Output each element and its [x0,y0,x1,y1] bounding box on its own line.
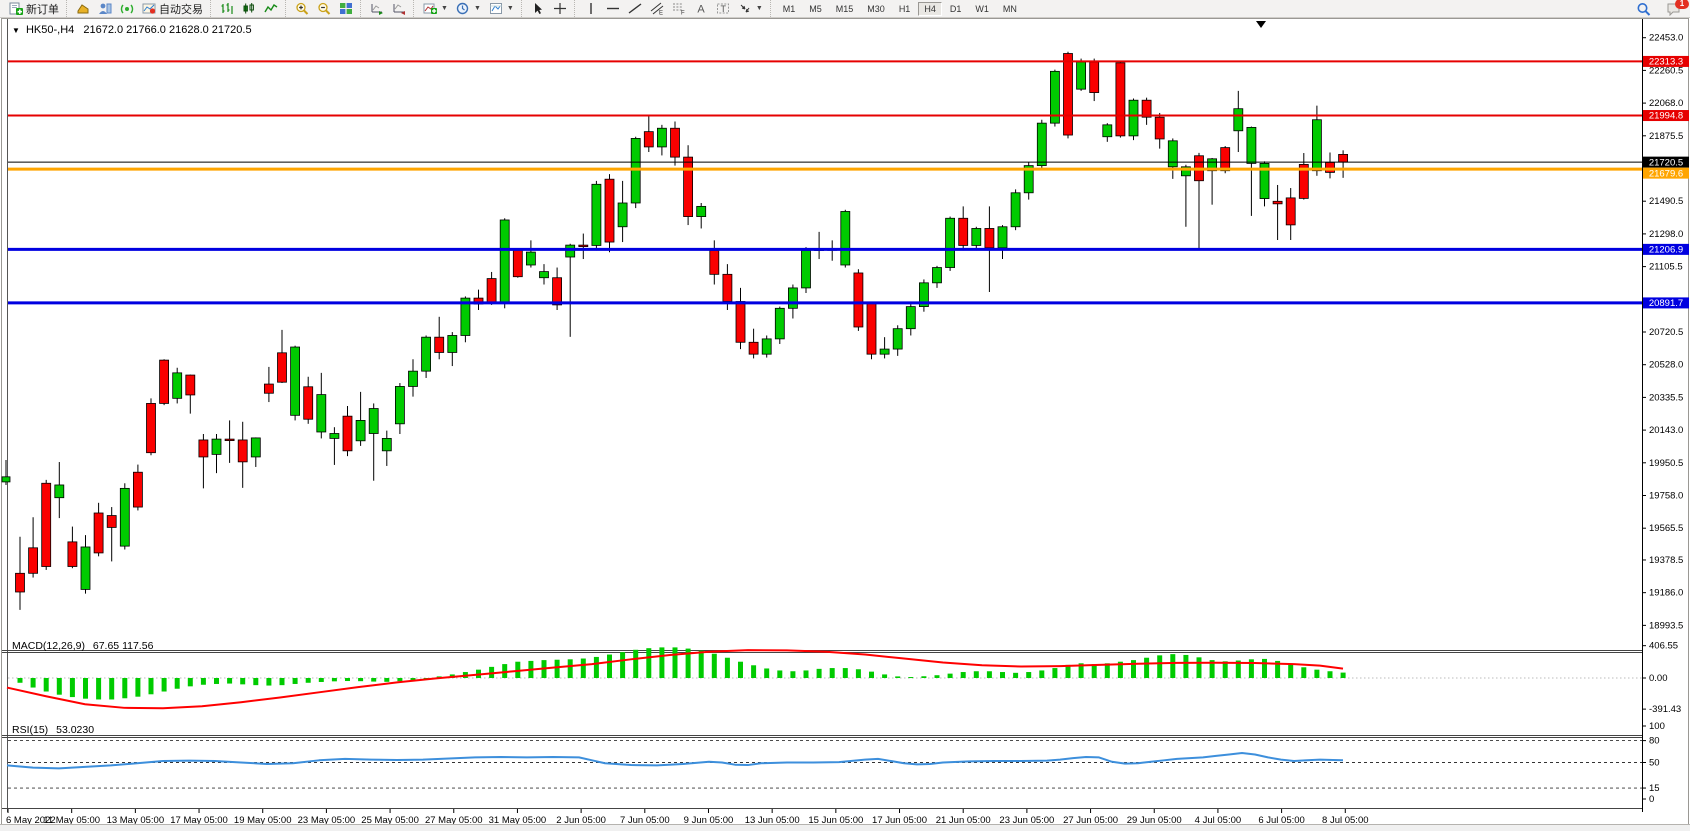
horizontal-line-icon[interactable] [602,1,624,16]
timeframe-m30[interactable]: M30 [861,2,891,16]
svg-text:22068.0: 22068.0 [1649,98,1683,109]
cursor-group [521,0,574,17]
svg-text:100: 100 [1649,721,1665,732]
svg-text:406.55: 406.55 [1649,641,1678,652]
svg-text:F: F [681,11,685,16]
svg-text:19758.0: 19758.0 [1649,490,1683,501]
svg-text:19565.5: 19565.5 [1649,523,1683,534]
svg-text:15: 15 [1649,783,1660,794]
autotrading-icon [142,2,156,15]
equidistant-channel-icon[interactable]: E [646,1,668,16]
svg-text:50: 50 [1649,758,1660,769]
price-badge-label: 22313.3 [1649,57,1683,68]
timeframe-m1[interactable]: M1 [777,2,802,16]
chart-window[interactable]: 22453.022260.522068.021875.521490.521298… [0,18,1690,824]
svg-text:0: 0 [1649,794,1654,805]
periods-button[interactable]: ▼ [452,0,485,17]
svg-text:20143.0: 20143.0 [1649,425,1683,436]
price-badge-label: 21994.8 [1649,111,1683,122]
svg-text:-391.43: -391.43 [1649,704,1681,715]
svg-text:20720.5: 20720.5 [1649,327,1683,338]
trendline-icon[interactable] [624,1,646,16]
text-icon[interactable]: A [690,1,712,16]
svg-text:20335.5: 20335.5 [1649,392,1683,403]
search-icon[interactable] [1632,1,1654,16]
timeframe-d1[interactable]: D1 [944,2,968,16]
scroll-group [360,0,413,17]
new-order-icon [9,2,23,15]
svg-text:19378.5: 19378.5 [1649,555,1683,566]
zoom-in-icon[interactable] [291,1,313,16]
line-chart-icon[interactable] [260,1,282,16]
svg-text:80: 80 [1649,736,1660,747]
candlestick-chart-icon[interactable] [238,1,260,16]
svg-text:E: E [659,11,663,16]
crosshair-icon[interactable] [549,1,571,16]
autotrading-label: 自动交易 [159,1,203,17]
chart-shift-icon[interactable] [388,1,410,16]
svg-text:22453.0: 22453.0 [1649,33,1683,44]
timeframe-mn[interactable]: MN [997,2,1023,16]
templates-button[interactable]: ▼ [485,0,518,17]
dropdown-arrow-icon: ▼ [756,5,763,12]
vertical-line-icon[interactable] [580,1,602,16]
svg-text:0.00: 0.00 [1649,673,1668,684]
indicators-button[interactable]: ▼ [419,0,452,17]
auto-scroll-icon[interactable] [366,1,388,16]
timeframe-h4[interactable]: H4 [918,2,942,16]
label-icon[interactable]: T [712,1,734,16]
right-tools: 1 [1632,0,1684,17]
indicators-icon [423,2,437,15]
charttype-group [210,0,285,17]
zoom-out-icon[interactable] [313,1,335,16]
objects-group: ▼ ▼ ▼ [413,0,521,17]
clock-icon [456,2,470,15]
main-toolbar: 新订单 自动交易 [0,0,1690,18]
chat-icon[interactable]: 1 [1662,1,1684,16]
price-badge-label: 20891.7 [1649,298,1683,309]
cursor-icon[interactable] [527,1,549,16]
fibonacci-icon[interactable]: F [668,1,690,16]
svg-text:19186.0: 19186.0 [1649,588,1683,599]
svg-text:21875.5: 21875.5 [1649,131,1683,142]
new-order-button[interactable]: 新订单 [5,0,63,17]
tile-windows-icon[interactable] [335,1,357,16]
template-icon [489,2,503,15]
svg-text:A: A [697,4,705,16]
chat-badge: 1 [1675,0,1689,9]
svg-text:19950.5: 19950.5 [1649,458,1683,469]
new-order-label: 新订单 [26,1,59,17]
timeframe-w1[interactable]: W1 [969,2,995,16]
timeframe-m15[interactable]: M15 [830,2,860,16]
dropdown-arrow-icon: ▼ [474,5,481,12]
arrows-button[interactable]: ▼ [734,0,767,17]
order-group: 新订单 [0,0,66,17]
timeframe-h1[interactable]: H1 [893,2,917,16]
svg-text:21490.5: 21490.5 [1649,196,1683,207]
svg-text:21105.5: 21105.5 [1649,262,1683,273]
price-badge-label: 21679.6 [1649,168,1683,179]
timeframe-m5[interactable]: M5 [803,2,828,16]
svg-text:21298.0: 21298.0 [1649,229,1683,240]
dropdown-arrow-icon: ▼ [441,5,448,12]
price-badge-label: 21206.9 [1649,245,1683,256]
autotrading-button[interactable]: 自动交易 [138,0,207,17]
arrows-icon [738,2,752,15]
timeframe-group: M1M5M15M30H1H4D1W1MN [770,0,1027,17]
price-badge-label: 21720.5 [1649,157,1683,168]
svg-text:T: T [720,4,726,14]
svg-text:18993.5: 18993.5 [1649,620,1683,631]
zoom-group [285,0,360,17]
signals-icon[interactable] [116,1,138,16]
profile-icon[interactable] [94,1,116,16]
service-group: 自动交易 [66,0,210,17]
svg-text:20528.0: 20528.0 [1649,360,1683,371]
mt4-window: 新订单 自动交易 [0,0,1690,830]
bar-chart-icon[interactable] [216,1,238,16]
market-icon[interactable] [72,1,94,16]
candlestick-chart[interactable]: 22453.022260.522068.021875.521490.521298… [0,18,1690,830]
lines-group: E F A T ▼ [574,0,770,17]
dropdown-arrow-icon: ▼ [507,5,514,12]
